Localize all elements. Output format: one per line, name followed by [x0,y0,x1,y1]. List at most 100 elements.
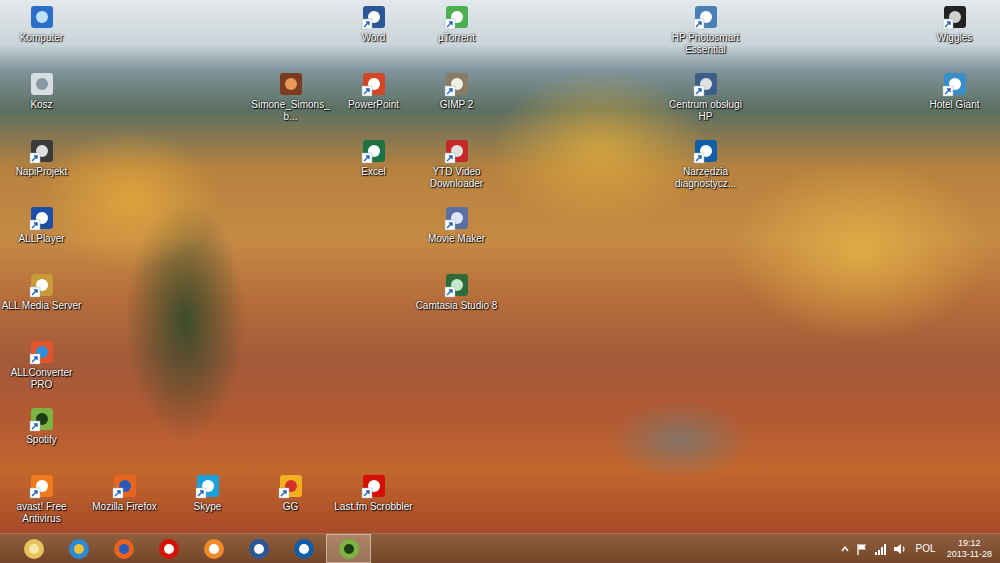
show-hidden-icons-icon[interactable] [840,544,850,554]
napi-icon [29,138,55,164]
explorer-icon [23,538,45,560]
desktop-icon-label: Camtasia Studio 8 [416,300,498,312]
taskbar-button[interactable] [146,534,191,563]
desktop-icon[interactable]: Mozilla Firefox [83,473,166,540]
desktop: Komputer Kosz NapiProjekt ALLPlayer ALL Medi… [0,0,1000,533]
desktop-icon-label: Mozilla Firefox [92,501,156,513]
allmedia-icon [29,272,55,298]
clock[interactable]: 19:122013-11-28 [945,538,992,560]
desktop-icon[interactable]: Camtasia Studio 8 [415,272,498,339]
desktop-icon-label: NapiProjekt [16,166,68,178]
taskbar-button[interactable] [191,534,236,563]
desktop-icon[interactable]: NapiProjekt [0,138,83,205]
lastfm-icon [158,538,180,560]
taskbar-button[interactable] [281,534,326,563]
desktop-icon[interactable]: Word [332,4,415,71]
excel-icon [361,138,387,164]
desktop-icon-label: GG [283,501,299,513]
taskbar-button[interactable] [56,534,101,563]
word-icon [361,4,387,30]
desktop-icon-label: ALLConverter PRO [1,367,83,391]
desktop-icon-label: Narzędzia diagnostycz... [665,166,747,190]
taskbar-buttons [0,534,371,563]
gimp-icon [444,71,470,97]
skype-icon [195,473,221,499]
desktop-icon-label: Komputer [20,32,63,44]
desktop-icon-label: Spotify [26,434,57,446]
system-tray: POL 19:122013-11-28 [840,538,1000,560]
desktop-icon[interactable]: µTorrent [415,4,498,71]
hp-icon [693,138,719,164]
clock-time: 19:12 [958,538,981,549]
taskbar-button[interactable] [101,534,146,563]
image-icon [278,71,304,97]
input-language[interactable]: POL [912,543,940,554]
utorrent-icon [444,4,470,30]
desktop-icon[interactable]: ALLConverter PRO [0,339,83,406]
hpcenter-icon [693,71,719,97]
desktop-icon[interactable]: Last.fm Scrobbler [332,473,415,540]
desktop-icon-label: GIMP 2 [440,99,474,111]
hpphoto-icon [693,4,719,30]
allconverter-icon [29,339,55,365]
desktop-icon[interactable]: Spotify [0,406,83,473]
desktop-icon-label: Movie Maker [428,233,485,245]
desktop-icon[interactable]: Centrum obsługi HP [664,71,747,138]
desktop-icon-grid: Komputer Kosz NapiProjekt ALLPlayer ALL Medi… [0,0,1000,540]
player-icon [203,538,225,560]
spotify-icon [29,406,55,432]
desktop-icon-label: µTorrent [438,32,475,44]
desktop-icon[interactable]: Movie Maker [415,205,498,272]
ytd-icon [444,138,470,164]
network-signal-icon[interactable] [874,542,888,556]
desktop-icon-label: Skype [194,501,222,513]
lastfm-icon [361,473,387,499]
desktop-icon[interactable]: Simone_Simons_b... [249,71,332,138]
desktop-icon-label: Wiggles [937,32,973,44]
desktop-icon-label: Last.fm Scrobbler [334,501,412,513]
desktop-icon[interactable]: ALLPlayer [0,205,83,272]
desktop-icon[interactable]: Wiggles [913,4,996,71]
firefox-icon [112,473,138,499]
desktop-icon[interactable]: GG [249,473,332,540]
desktop-icon[interactable]: GIMP 2 [415,71,498,138]
firefox-icon [113,538,135,560]
volume-icon[interactable] [893,542,907,556]
taskbar-button[interactable] [236,534,281,563]
wiggles-icon [942,4,968,30]
taskbar: POL 19:122013-11-28 [0,533,1000,563]
desktop-icon-label: Word [362,32,386,44]
desktop-icon-label: PowerPoint [348,99,399,111]
desktop-icon[interactable]: HP Photosmart Essential [664,4,747,71]
desktop-icon-label: ALLPlayer [18,233,64,245]
desktop-icon[interactable]: Kosz [0,71,83,138]
desktop-icon-label: HP Photosmart Essential [665,32,747,56]
word-icon [248,538,270,560]
computer-icon [29,4,55,30]
moviemaker-icon [444,205,470,231]
powerpoint-icon [361,71,387,97]
desktop-icon[interactable]: YTD Video Downloader [415,138,498,205]
action-center-flag-icon[interactable] [855,542,869,556]
desktop-icon[interactable]: Hotel Giant [913,71,996,138]
gg-icon [278,473,304,499]
desktop-icon-label: avast! Free Antivirus [1,501,83,525]
desktop-icon-label: YTD Video Downloader [416,166,498,190]
desktop-icon[interactable]: PowerPoint [332,71,415,138]
desktop-icon[interactable]: Narzędzia diagnostycz... [664,138,747,205]
taskbar-button[interactable] [326,534,371,563]
allplayer-icon [29,205,55,231]
desktop-icon-label: Centrum obsługi HP [665,99,747,123]
clock-date: 2013-11-28 [947,549,992,560]
avast-icon [29,473,55,499]
wallpaper [0,0,1000,533]
desktop-icon-label: ALL Media Server [2,300,82,312]
desktop-icon[interactable]: Skype [166,473,249,540]
desktop-icon[interactable]: avast! Free Antivirus [0,473,83,540]
desktop-icon[interactable]: Komputer [0,4,83,71]
spotify-icon [338,538,360,560]
desktop-icon-label: Simone_Simons_b... [250,99,332,123]
taskbar-button[interactable] [11,534,56,563]
desktop-icon[interactable]: Excel [332,138,415,205]
desktop-icon[interactable]: ALL Media Server [0,272,83,339]
